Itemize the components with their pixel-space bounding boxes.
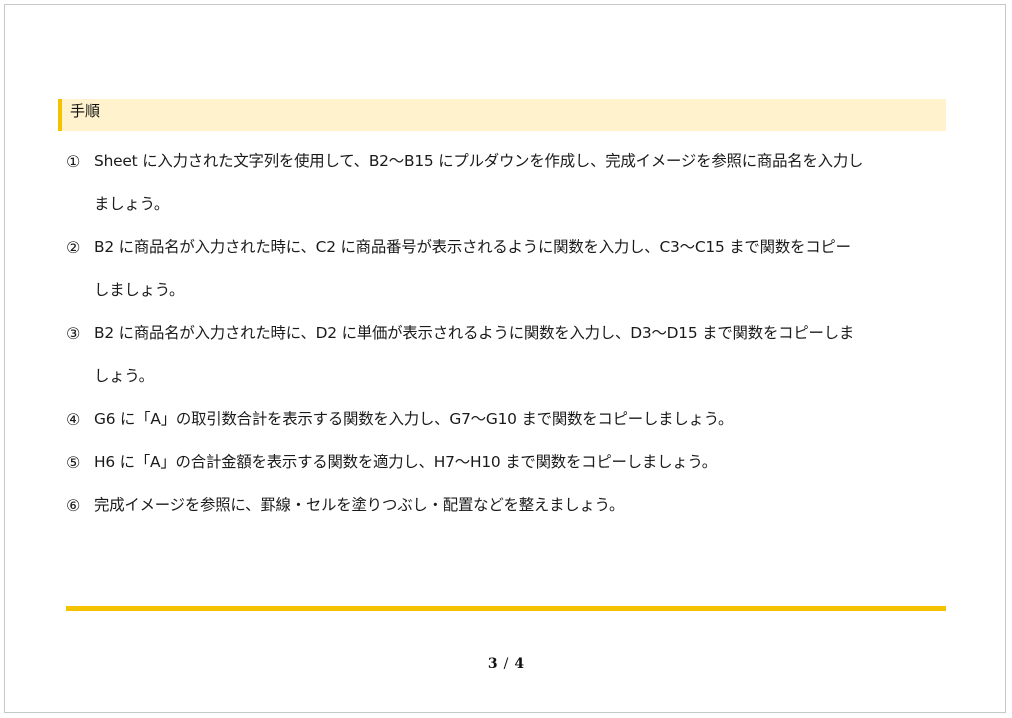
total-pages: 4 (514, 656, 525, 672)
step-line: B2 に商品名が入力された時に、D2 に単価が表示されるように関数を入力し、D3… (94, 324, 855, 342)
step-text: B2 に商品名が入力された時に、D2 に単価が表示されるように関数を入力し、D3… (94, 312, 951, 398)
step-line: 完成イメージを参照に、罫線・セルを塗りつぶし・配置などを整えましょう。 (94, 496, 625, 514)
step-number: ② (66, 238, 81, 257)
step-text: H6 に「A」の合計金額を表示する関数を適力し、H7～H10 まで関数をコピーし… (94, 441, 951, 484)
step-number: ① (66, 152, 81, 171)
step-text: Sheet に入力された文字列を使用して、B2～B15 にプルダウンを作成し、完… (94, 140, 951, 226)
step-line: Sheet に入力された文字列を使用して、B2～B15 にプルダウンを作成し、完… (94, 152, 864, 170)
section-header: 手順 (58, 99, 946, 131)
current-page: 3 (487, 656, 498, 672)
step-item-1: ① Sheet に入力された文字列を使用して、B2～B15 にプルダウンを作成し… (66, 140, 951, 226)
page-number: 3 / 4 (0, 656, 1012, 672)
footer-divider (66, 606, 946, 611)
step-number: ③ (66, 324, 81, 343)
step-line: しょう。 (94, 367, 154, 385)
step-number: ⑥ (66, 496, 81, 515)
step-item-6: ⑥ 完成イメージを参照に、罫線・セルを塗りつぶし・配置などを整えましょう。 (66, 484, 951, 527)
step-number: ④ (66, 410, 81, 429)
step-line: しましょう。 (94, 281, 185, 299)
section-title: 手順 (70, 102, 101, 120)
step-text: G6 に「A」の取引数合計を表示する関数を入力し、G7～G10 まで関数をコピー… (94, 398, 951, 441)
page-separator: / (503, 656, 509, 672)
step-item-5: ⑤ H6 に「A」の合計金額を表示する関数を適力し、H7～H10 まで関数をコピ… (66, 441, 951, 484)
step-line: ましょう。 (94, 195, 170, 213)
step-line: B2 に商品名が入力された時に、C2 に商品番号が表示されるように関数を入力し、… (94, 238, 851, 256)
step-item-4: ④ G6 に「A」の取引数合計を表示する関数を入力し、G7～G10 まで関数をコ… (66, 398, 951, 441)
step-text: 完成イメージを参照に、罫線・セルを塗りつぶし・配置などを整えましょう。 (94, 484, 951, 527)
step-line: H6 に「A」の合計金額を表示する関数を適力し、H7～H10 まで関数をコピーし… (94, 453, 717, 471)
step-number: ⑤ (66, 453, 81, 472)
step-item-3: ③ B2 に商品名が入力された時に、D2 に単価が表示されるように関数を入力し、… (66, 312, 951, 398)
steps-list: ① Sheet に入力された文字列を使用して、B2～B15 にプルダウンを作成し… (66, 140, 951, 527)
step-item-2: ② B2 に商品名が入力された時に、C2 に商品番号が表示されるように関数を入力… (66, 226, 951, 312)
step-text: B2 に商品名が入力された時に、C2 に商品番号が表示されるように関数を入力し、… (94, 226, 951, 312)
step-line: G6 に「A」の取引数合計を表示する関数を入力し、G7～G10 まで関数をコピー… (94, 410, 734, 428)
